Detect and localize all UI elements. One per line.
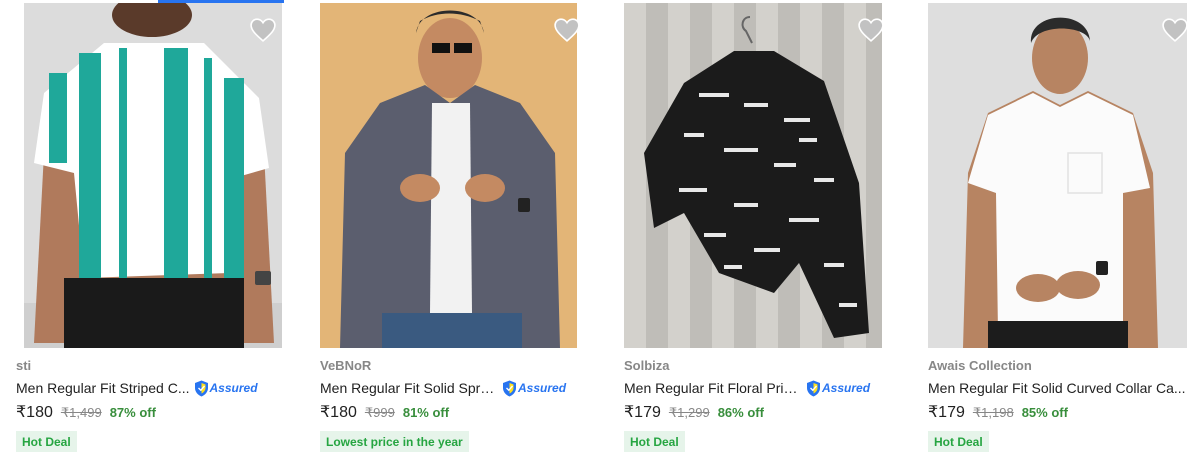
product-title[interactable]: Men Regular Fit Solid Spre... [320,380,498,396]
selling-price: ₹179 [928,404,965,421]
title-row: Men Regular Fit Solid Curved Collar Ca..… [928,378,1186,398]
product-title[interactable]: Men Regular Fit Floral Prin... [624,380,802,396]
assured-badge: Assured [502,380,566,397]
brand-name: Awais Collection [928,358,1032,373]
wishlist-heart-icon[interactable] [858,18,884,42]
product-image[interactable] [24,3,282,348]
price-row: ₹180 ₹1,499 87% off [16,402,156,424]
assured-shield-icon [807,380,820,396]
deal-badge: Lowest price in the year [320,431,469,452]
product-image[interactable] [320,3,577,348]
discount-percent: 86% off [717,405,764,420]
title-row: Men Regular Fit Solid Spre... Assured [320,378,566,398]
deal-badge: Hot Deal [624,431,685,452]
original-price: ₹1,299 [668,405,710,420]
black-printed-shirt-photo [624,3,882,348]
brand-name: VeBNoR [320,358,372,373]
product-card[interactable]: VeBNoR Men Regular Fit Solid Spre... Ass… [320,0,610,452]
wishlist-heart-icon[interactable] [554,18,580,42]
white-shirt-photo [928,3,1187,348]
assured-shield-icon [503,380,516,396]
assured-badge: Assured [806,380,870,397]
price-row: ₹180 ₹999 81% off [320,402,449,424]
original-price: ₹1,499 [60,405,102,420]
discount-percent: 87% off [109,405,156,420]
product-image[interactable] [624,3,882,348]
selling-price: ₹180 [320,404,357,421]
assured-label: Assured [518,381,567,395]
original-price: ₹1,198 [972,405,1014,420]
assured-shield-icon [194,380,208,396]
selling-price: ₹179 [624,404,661,421]
product-card[interactable]: Solbiza Men Regular Fit Floral Prin... A… [624,0,914,452]
brand-name: sti [16,358,32,373]
original-price: ₹999 [364,405,395,420]
title-row: Men Regular Fit Floral Prin... Assured [624,378,870,398]
deal-badge: Hot Deal [928,431,989,452]
deal-badge: Hot Deal [16,431,77,452]
assured-label: Assured [209,381,258,395]
striped-shirt-photo [24,3,282,348]
product-title[interactable]: Men Regular Fit Striped C... [16,380,190,396]
brand-name: Solbiza [624,358,670,373]
selling-price: ₹180 [16,404,53,421]
wishlist-heart-icon[interactable] [250,18,276,42]
assured-label: Assured [822,381,871,395]
grey-shirt-photo [320,3,577,348]
product-grid: sti Men Regular Fit Striped C... Assured… [0,0,1200,452]
price-row: ₹179 ₹1,198 85% off [928,402,1068,424]
price-row: ₹179 ₹1,299 86% off [624,402,764,424]
assured-badge: Assured [194,380,258,397]
product-title[interactable]: Men Regular Fit Solid Curved Collar Ca..… [928,380,1186,396]
discount-percent: 81% off [402,405,450,420]
product-card[interactable]: sti Men Regular Fit Striped C... Assured… [16,0,306,452]
product-card[interactable]: Awais Collection Men Regular Fit Solid C… [928,0,1200,452]
title-row: Men Regular Fit Striped C... Assured [16,378,258,398]
discount-percent: 85% off [1021,405,1068,420]
wishlist-heart-icon[interactable] [1162,18,1188,42]
product-image[interactable] [928,3,1187,348]
